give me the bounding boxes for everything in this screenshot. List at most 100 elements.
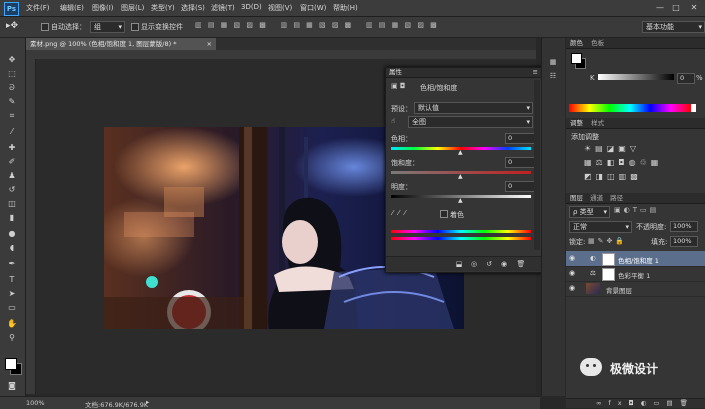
layer-name[interactable]: 背景图层 — [606, 285, 632, 295]
preset-dropdown[interactable]: 默认值 ▾ — [414, 102, 533, 114]
show-transform-checkbox[interactable] — [131, 23, 139, 31]
eyedropper-icons[interactable]: ⁄⁄⁄ — [392, 209, 411, 217]
menu-edit[interactable]: 编辑(E) — [60, 3, 84, 13]
view-previous-icon[interactable]: ◎ — [469, 260, 479, 269]
color-spectrum[interactable] — [569, 104, 691, 112]
quick-select-tool-icon[interactable]: ✎ — [4, 96, 20, 108]
hue-slider-thumb[interactable]: ▲ — [458, 149, 463, 156]
eraser-tool-icon[interactable]: ◫ — [4, 198, 20, 210]
channel-dropdown[interactable]: 全图 ▾ — [408, 116, 533, 128]
brush-tool-icon[interactable]: ✐ — [4, 156, 20, 168]
minimize-button[interactable]: — — [654, 2, 666, 13]
layers-footer-icons[interactable]: ∞fx◘◐▭▤🗑 — [566, 398, 705, 408]
stamp-tool-icon[interactable]: ♟ — [4, 170, 20, 182]
paths-tab[interactable]: 路径 — [605, 194, 623, 202]
shape-tool-icon[interactable]: ▭ — [4, 302, 20, 314]
delete-icon[interactable]: 🗑 — [516, 260, 526, 269]
k-input[interactable]: 0 — [677, 73, 695, 84]
crop-tool-icon[interactable]: ⌗ — [4, 110, 20, 122]
dodge-tool-icon[interactable]: ◖ — [4, 242, 20, 254]
menu-type[interactable]: 类型(Y) — [151, 3, 175, 13]
adjustments-tab[interactable]: 调整 — [566, 119, 583, 127]
color-tab[interactable]: 颜色 — [566, 39, 583, 47]
layer-row[interactable]: ◉ 背景图层 — [566, 281, 705, 297]
properties-tab[interactable]: 属性 — [389, 68, 402, 76]
lasso-tool-icon[interactable]: ᘐ — [4, 82, 20, 94]
menu-window[interactable]: 窗口(W) — [300, 3, 326, 13]
type-tool-icon[interactable]: T — [4, 274, 20, 286]
workspace-dropdown[interactable]: 基本功能 ▾ — [642, 21, 705, 33]
status-menu-arrow-icon[interactable]: ▸ — [146, 398, 149, 406]
gradient-tool-icon[interactable]: ▮ — [4, 212, 20, 224]
properties-scrollbar[interactable] — [534, 80, 540, 250]
menu-layer[interactable]: 图层(L) — [121, 3, 144, 13]
marquee-tool-icon[interactable]: ⬚ — [4, 68, 20, 80]
fg-color-swatch[interactable] — [571, 53, 582, 64]
blur-tool-icon[interactable]: ● — [4, 228, 20, 240]
menu-view[interactable]: 视图(V) — [268, 3, 292, 13]
channels-tab[interactable]: 通道 — [585, 194, 603, 202]
layer-mask-thumbnail[interactable] — [602, 268, 615, 281]
path-select-tool-icon[interactable]: ➤ — [4, 288, 20, 300]
spectrum-white[interactable] — [691, 104, 696, 112]
layer-filter-dropdown[interactable]: ρ 类型 ▾ — [569, 206, 610, 218]
adjustment-icons-grid[interactable]: ☀▤◪▣▽ ▦⚖◧◘◍♲▦ ◩◨◫▥▩ — [584, 142, 694, 184]
close-button[interactable]: ✕ — [688, 2, 700, 13]
layers-tab[interactable]: 图层 — [566, 194, 583, 202]
pen-tool-icon[interactable]: ✒ — [4, 258, 20, 270]
align-distribute-icons[interactable]: ▥ ▤ ▦ ▧ ▨ ▩ ▥ ▤ ▦ ▧ ▨ ▩ ▥ ▤ ▦ ▧ ▨ ▩ — [195, 21, 525, 32]
menu-filter[interactable]: 滤镜(T) — [211, 3, 235, 13]
lightness-slider-thumb[interactable]: ▲ — [458, 197, 463, 204]
visibility-icon[interactable]: ◉ — [499, 260, 509, 269]
document-tab[interactable]: 素材.png @ 100% (色相/饱和度 1, 图层蒙版/8) * × — [26, 38, 216, 50]
hand-tool-icon[interactable]: ✋ — [4, 318, 20, 330]
properties-panel-icon[interactable]: ☷ — [548, 72, 558, 81]
lock-icons[interactable]: ▦✎✥🔒 — [588, 237, 627, 245]
menu-help[interactable]: 帮助(H) — [333, 3, 358, 13]
history-panel-icon[interactable]: ▦ — [548, 58, 558, 67]
vertical-ruler — [26, 59, 36, 394]
menu-image[interactable]: 图像(I) — [92, 3, 114, 13]
hue-input[interactable]: 0 — [505, 133, 535, 144]
layer-thumbnail[interactable] — [586, 283, 600, 294]
eye-icon[interactable]: ◉ — [569, 269, 577, 277]
saturation-input[interactable]: 0 — [505, 157, 535, 168]
menu-file[interactable]: 文件(F) — [26, 3, 50, 13]
quick-mask-icon[interactable]: ◙ — [4, 380, 20, 392]
colorize-checkbox[interactable] — [440, 210, 448, 218]
auto-select-dropdown[interactable]: 组 ▾ — [90, 21, 125, 33]
zoom-level[interactable]: 100% — [26, 399, 45, 407]
blend-mode-dropdown[interactable]: 正常 ▾ — [569, 221, 632, 233]
eye-icon[interactable]: ◉ — [569, 254, 577, 262]
fill-input[interactable]: 100% — [670, 236, 698, 247]
clip-to-layer-icon[interactable]: ⬓ — [454, 260, 464, 269]
layer-filter-icons[interactable]: ▣◐T▭▤ — [614, 206, 659, 214]
swatches-tab[interactable]: 色板 — [585, 39, 604, 47]
reset-icon[interactable]: ↺ — [484, 260, 494, 269]
panel-menu-icon[interactable]: ≡ — [533, 68, 538, 77]
styles-tab[interactable]: 样式 — [585, 119, 604, 127]
move-tool-icon[interactable]: ✥ — [4, 54, 20, 66]
target-adjust-hand-icon[interactable]: ☝ — [391, 117, 395, 125]
saturation-slider-thumb[interactable]: ▲ — [458, 173, 463, 180]
layer-row[interactable]: ◉ ◐ 色相/饱和度 1 — [566, 251, 705, 267]
eyedropper-tool-icon[interactable]: ⁄ — [4, 126, 20, 138]
menu-3d[interactable]: 3D(D) — [241, 3, 262, 11]
layer-mask-thumbnail[interactable] — [602, 253, 615, 266]
foreground-color-swatch[interactable] — [5, 358, 17, 370]
healing-tool-icon[interactable]: ✚ — [4, 142, 20, 154]
layer-name[interactable]: 色相/饱和度 1 — [618, 255, 659, 265]
lightness-input[interactable]: 0 — [505, 181, 535, 192]
history-brush-tool-icon[interactable]: ↺ — [4, 184, 20, 196]
zoom-tool-icon[interactable]: ⚲ — [4, 332, 20, 344]
menu-select[interactable]: 选择(S) — [181, 3, 205, 13]
maximize-button[interactable]: □ — [670, 2, 682, 13]
layer-row[interactable]: ◉ ⚖ 色彩平衡 1 — [566, 266, 705, 282]
move-tool-icon[interactable]: ▸✥ — [6, 21, 18, 31]
eye-icon[interactable]: ◉ — [569, 284, 577, 292]
close-tab-icon[interactable]: × — [207, 38, 212, 50]
k-slider[interactable] — [598, 74, 674, 80]
opacity-input[interactable]: 100% — [670, 221, 698, 232]
auto-select-checkbox[interactable] — [41, 23, 49, 31]
layer-name[interactable]: 色彩平衡 1 — [618, 270, 650, 280]
